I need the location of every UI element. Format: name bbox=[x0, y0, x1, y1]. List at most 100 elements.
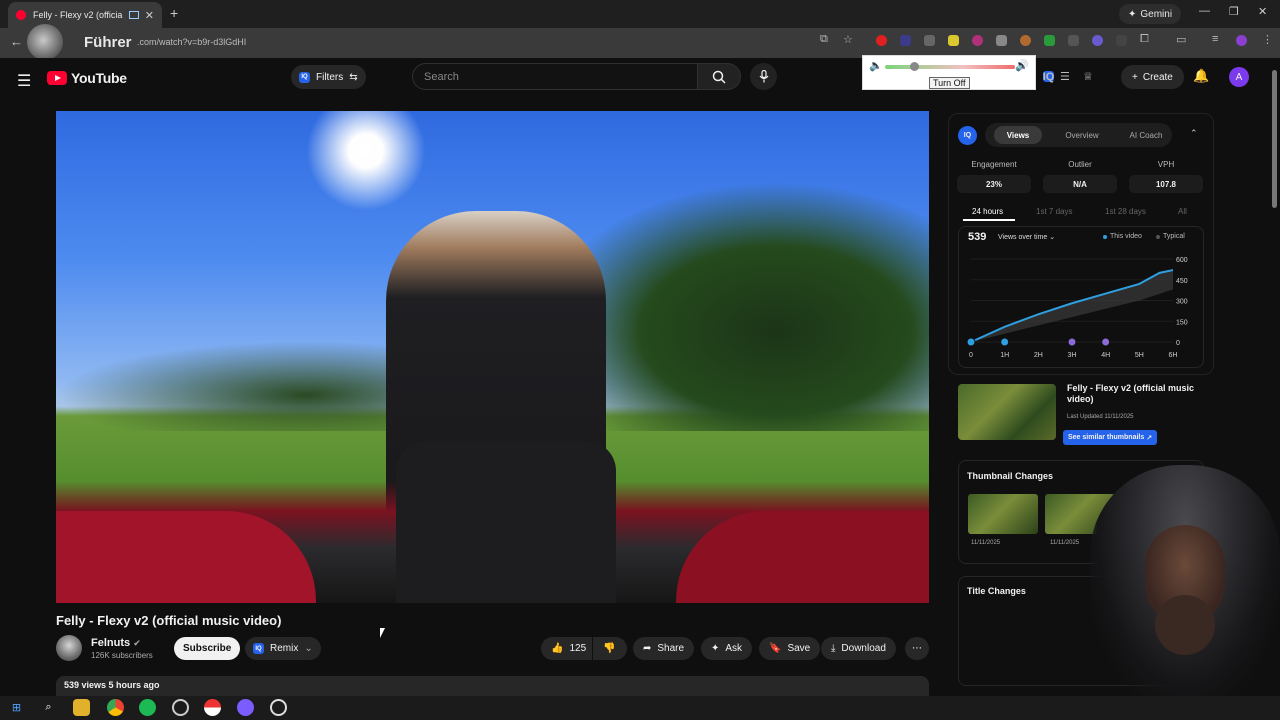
extensions-puzzle-icon[interactable]: ⧠ bbox=[1140, 33, 1149, 46]
metric-engagement-value: 23% bbox=[957, 175, 1031, 193]
extension-magenta-icon[interactable] bbox=[972, 35, 983, 46]
x-tick-label: 0 bbox=[969, 352, 973, 359]
dislike-button[interactable]: 👎 bbox=[593, 637, 627, 660]
back-arrow-icon[interactable]: ← bbox=[10, 34, 23, 49]
extension-purple-icon[interactable] bbox=[1092, 35, 1103, 46]
obs-icon[interactable] bbox=[172, 699, 189, 716]
views-mode-label: Views over time bbox=[998, 234, 1048, 241]
more-actions-button[interactable]: ⋯ bbox=[905, 637, 929, 660]
event-marker bbox=[1000, 337, 1010, 347]
trophy-icon[interactable]: ♕ bbox=[1083, 70, 1093, 83]
video-player[interactable] bbox=[56, 111, 929, 603]
list-icon[interactable]: ☰ bbox=[1060, 70, 1070, 83]
views-count: 539 bbox=[968, 231, 987, 243]
extension-card-icon[interactable] bbox=[924, 35, 935, 46]
extension-volume-icon[interactable] bbox=[1020, 35, 1031, 46]
spotify-icon[interactable] bbox=[139, 699, 156, 716]
voice-search-button[interactable] bbox=[750, 63, 777, 90]
minimize-icon[interactable]: — bbox=[1199, 5, 1210, 17]
recording-app-icon[interactable] bbox=[270, 699, 287, 716]
install-icon[interactable]: ⧉ bbox=[820, 33, 828, 46]
menu-icon[interactable]: ☰ bbox=[17, 71, 31, 91]
views-mode-dropdown[interactable]: Views over time ⌄ bbox=[998, 233, 1055, 241]
close-tab-icon[interactable]: ✕ bbox=[145, 9, 154, 22]
extension-yellow-icon[interactable] bbox=[948, 35, 959, 46]
search-input[interactable]: Search bbox=[412, 63, 698, 90]
metric-outlier-label: Outlier bbox=[1068, 160, 1092, 169]
video-thumbnail[interactable] bbox=[958, 384, 1056, 440]
see-similar-thumbnails-button[interactable]: See similar thumbnails ↗ bbox=[1063, 430, 1158, 445]
metric-vph-label: VPH bbox=[1157, 160, 1175, 169]
media-control-icon[interactable]: ≡ bbox=[1212, 33, 1218, 45]
volume-slider[interactable] bbox=[885, 65, 1015, 69]
download-icon: ⤓ bbox=[831, 643, 836, 654]
iq-header-icon[interactable]: IQ bbox=[1043, 71, 1055, 83]
ask-button[interactable]: ✦ Ask bbox=[701, 637, 753, 660]
new-tab-button[interactable]: + bbox=[170, 5, 178, 21]
collapse-chevron-icon[interactable]: ⌃ bbox=[1190, 128, 1198, 139]
extension-download-icon[interactable] bbox=[996, 35, 1007, 46]
extension-box-icon[interactable] bbox=[1116, 35, 1127, 46]
range-first-28-days[interactable]: 1st 28 days bbox=[1105, 207, 1146, 216]
file-explorer-icon[interactable] bbox=[73, 699, 90, 716]
more-horizontal-icon: ⋯ bbox=[912, 643, 922, 654]
search-icon bbox=[712, 70, 726, 84]
windows-start-icon[interactable]: ⊞ bbox=[8, 699, 25, 716]
like-button[interactable]: 👍 125 bbox=[541, 637, 592, 660]
extension-green-icon[interactable] bbox=[1044, 35, 1055, 46]
gemini-label: Gemini bbox=[1140, 8, 1173, 20]
thumbnail-change-date: 11/11/2025 bbox=[971, 540, 1001, 546]
share-button[interactable]: ➦ Share bbox=[633, 637, 695, 660]
share-icon: ➦ bbox=[643, 643, 652, 654]
volume-slider-knob[interactable] bbox=[910, 62, 919, 71]
thumbnail-change-image[interactable] bbox=[968, 494, 1038, 534]
sparkle-ask-icon: ✦ bbox=[711, 643, 720, 654]
extension-grey-icon[interactable] bbox=[1068, 35, 1079, 46]
url-field[interactable]: .com/watch?v=b9r-d3lGdHI bbox=[137, 37, 246, 47]
pokeball-icon[interactable] bbox=[204, 699, 221, 716]
discord-icon[interactable] bbox=[237, 699, 254, 716]
create-button[interactable]: + Create bbox=[1121, 65, 1184, 89]
iq-remix-icon: IQ bbox=[253, 643, 264, 654]
page-scrollbar[interactable] bbox=[1272, 70, 1277, 208]
range-24-hours[interactable]: 24 hours bbox=[972, 207, 1003, 216]
profile-avatar-icon[interactable] bbox=[1236, 35, 1247, 46]
tab-overview[interactable]: Overview bbox=[1058, 126, 1106, 144]
tab-ai-coach[interactable]: AI Coach bbox=[1122, 126, 1170, 144]
tab-views[interactable]: Views bbox=[994, 126, 1042, 144]
channel-avatar[interactable] bbox=[56, 635, 82, 661]
download-button[interactable]: ⤓ Download bbox=[821, 637, 896, 660]
user-avatar[interactable]: A bbox=[1229, 67, 1249, 87]
more-menu-icon[interactable]: ⋮ bbox=[1262, 33, 1273, 46]
channel-name[interactable]: Felnuts ✔ bbox=[91, 637, 141, 649]
browser-tab[interactable]: Felly - Flexy v2 (official musi ✕ bbox=[8, 2, 162, 28]
mouse-cursor bbox=[380, 628, 385, 638]
extension-red-icon[interactable] bbox=[876, 35, 887, 46]
views-and-date: 539 views 5 hours ago bbox=[64, 680, 160, 690]
volume-high-icon: 🔊 bbox=[1015, 60, 1029, 72]
search-button[interactable] bbox=[698, 63, 741, 90]
extension-s-icon[interactable] bbox=[900, 35, 911, 46]
search-taskbar-icon[interactable]: ⌕ bbox=[40, 699, 57, 716]
youtube-logo-text: YouTube bbox=[71, 70, 127, 86]
youtube-logo[interactable]: YouTube bbox=[47, 70, 127, 86]
range-all[interactable]: All bbox=[1178, 207, 1187, 216]
turn-off-button[interactable]: Turn Off bbox=[929, 77, 970, 89]
description-box[interactable]: 539 views 5 hours ago bbox=[56, 676, 929, 698]
gemini-button[interactable]: ✦ Gemini bbox=[1119, 4, 1182, 24]
filters-button[interactable]: IQ Filters ⇆ bbox=[291, 65, 366, 89]
event-marker bbox=[966, 337, 976, 347]
save-button[interactable]: 🔖 Save bbox=[759, 637, 821, 660]
profile-overlay-image bbox=[27, 24, 63, 60]
bookmark-star-icon[interactable]: ☆ bbox=[843, 33, 853, 46]
subscribe-button[interactable]: Subscribe bbox=[174, 637, 241, 660]
range-first-7-days[interactable]: 1st 7 days bbox=[1036, 207, 1072, 216]
chrome-icon[interactable] bbox=[107, 699, 124, 716]
maximize-icon[interactable]: ❐ bbox=[1229, 5, 1239, 18]
thumbs-up-icon: 👍 bbox=[551, 643, 564, 654]
close-window-icon[interactable]: ✕ bbox=[1258, 5, 1267, 18]
sidebar-icon[interactable]: ▭ bbox=[1176, 33, 1186, 46]
windows-taskbar bbox=[0, 696, 1280, 720]
notifications-bell-icon[interactable]: 🔔 bbox=[1193, 68, 1209, 84]
remix-button[interactable]: IQ Remix ⌄ bbox=[245, 637, 321, 660]
